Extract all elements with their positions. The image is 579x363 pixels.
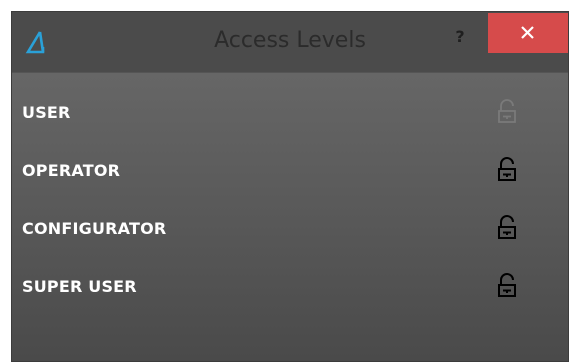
unlocked-padlock-icon[interactable] [496, 157, 518, 183]
access-levels-dialog: Access Levels ? USER OPERATOR CONFIGURAT… [11, 11, 569, 362]
help-button[interactable]: ? [442, 22, 478, 52]
dialog-title: Access Levels [214, 28, 366, 53]
close-button[interactable] [488, 13, 568, 53]
access-level-label: CONFIGURATOR [22, 219, 167, 238]
unlocked-padlock-icon[interactable] [496, 215, 518, 241]
access-level-user[interactable]: USER [12, 83, 568, 143]
access-level-operator[interactable]: OPERATOR [12, 141, 568, 201]
unlocked-padlock-icon[interactable] [496, 99, 518, 125]
access-level-label: OPERATOR [22, 161, 121, 180]
access-level-super-user[interactable]: SUPER USER [12, 257, 568, 317]
unlocked-padlock-icon[interactable] [496, 273, 518, 299]
access-level-label: SUPER USER [22, 277, 137, 296]
access-level-label: USER [22, 103, 71, 122]
access-level-configurator[interactable]: CONFIGURATOR [12, 199, 568, 259]
close-icon [521, 26, 534, 39]
access-level-list: USER OPERATOR CONFIGURATOR SUPER USER [12, 72, 568, 361]
title-bar: Access Levels ? [12, 12, 568, 72]
